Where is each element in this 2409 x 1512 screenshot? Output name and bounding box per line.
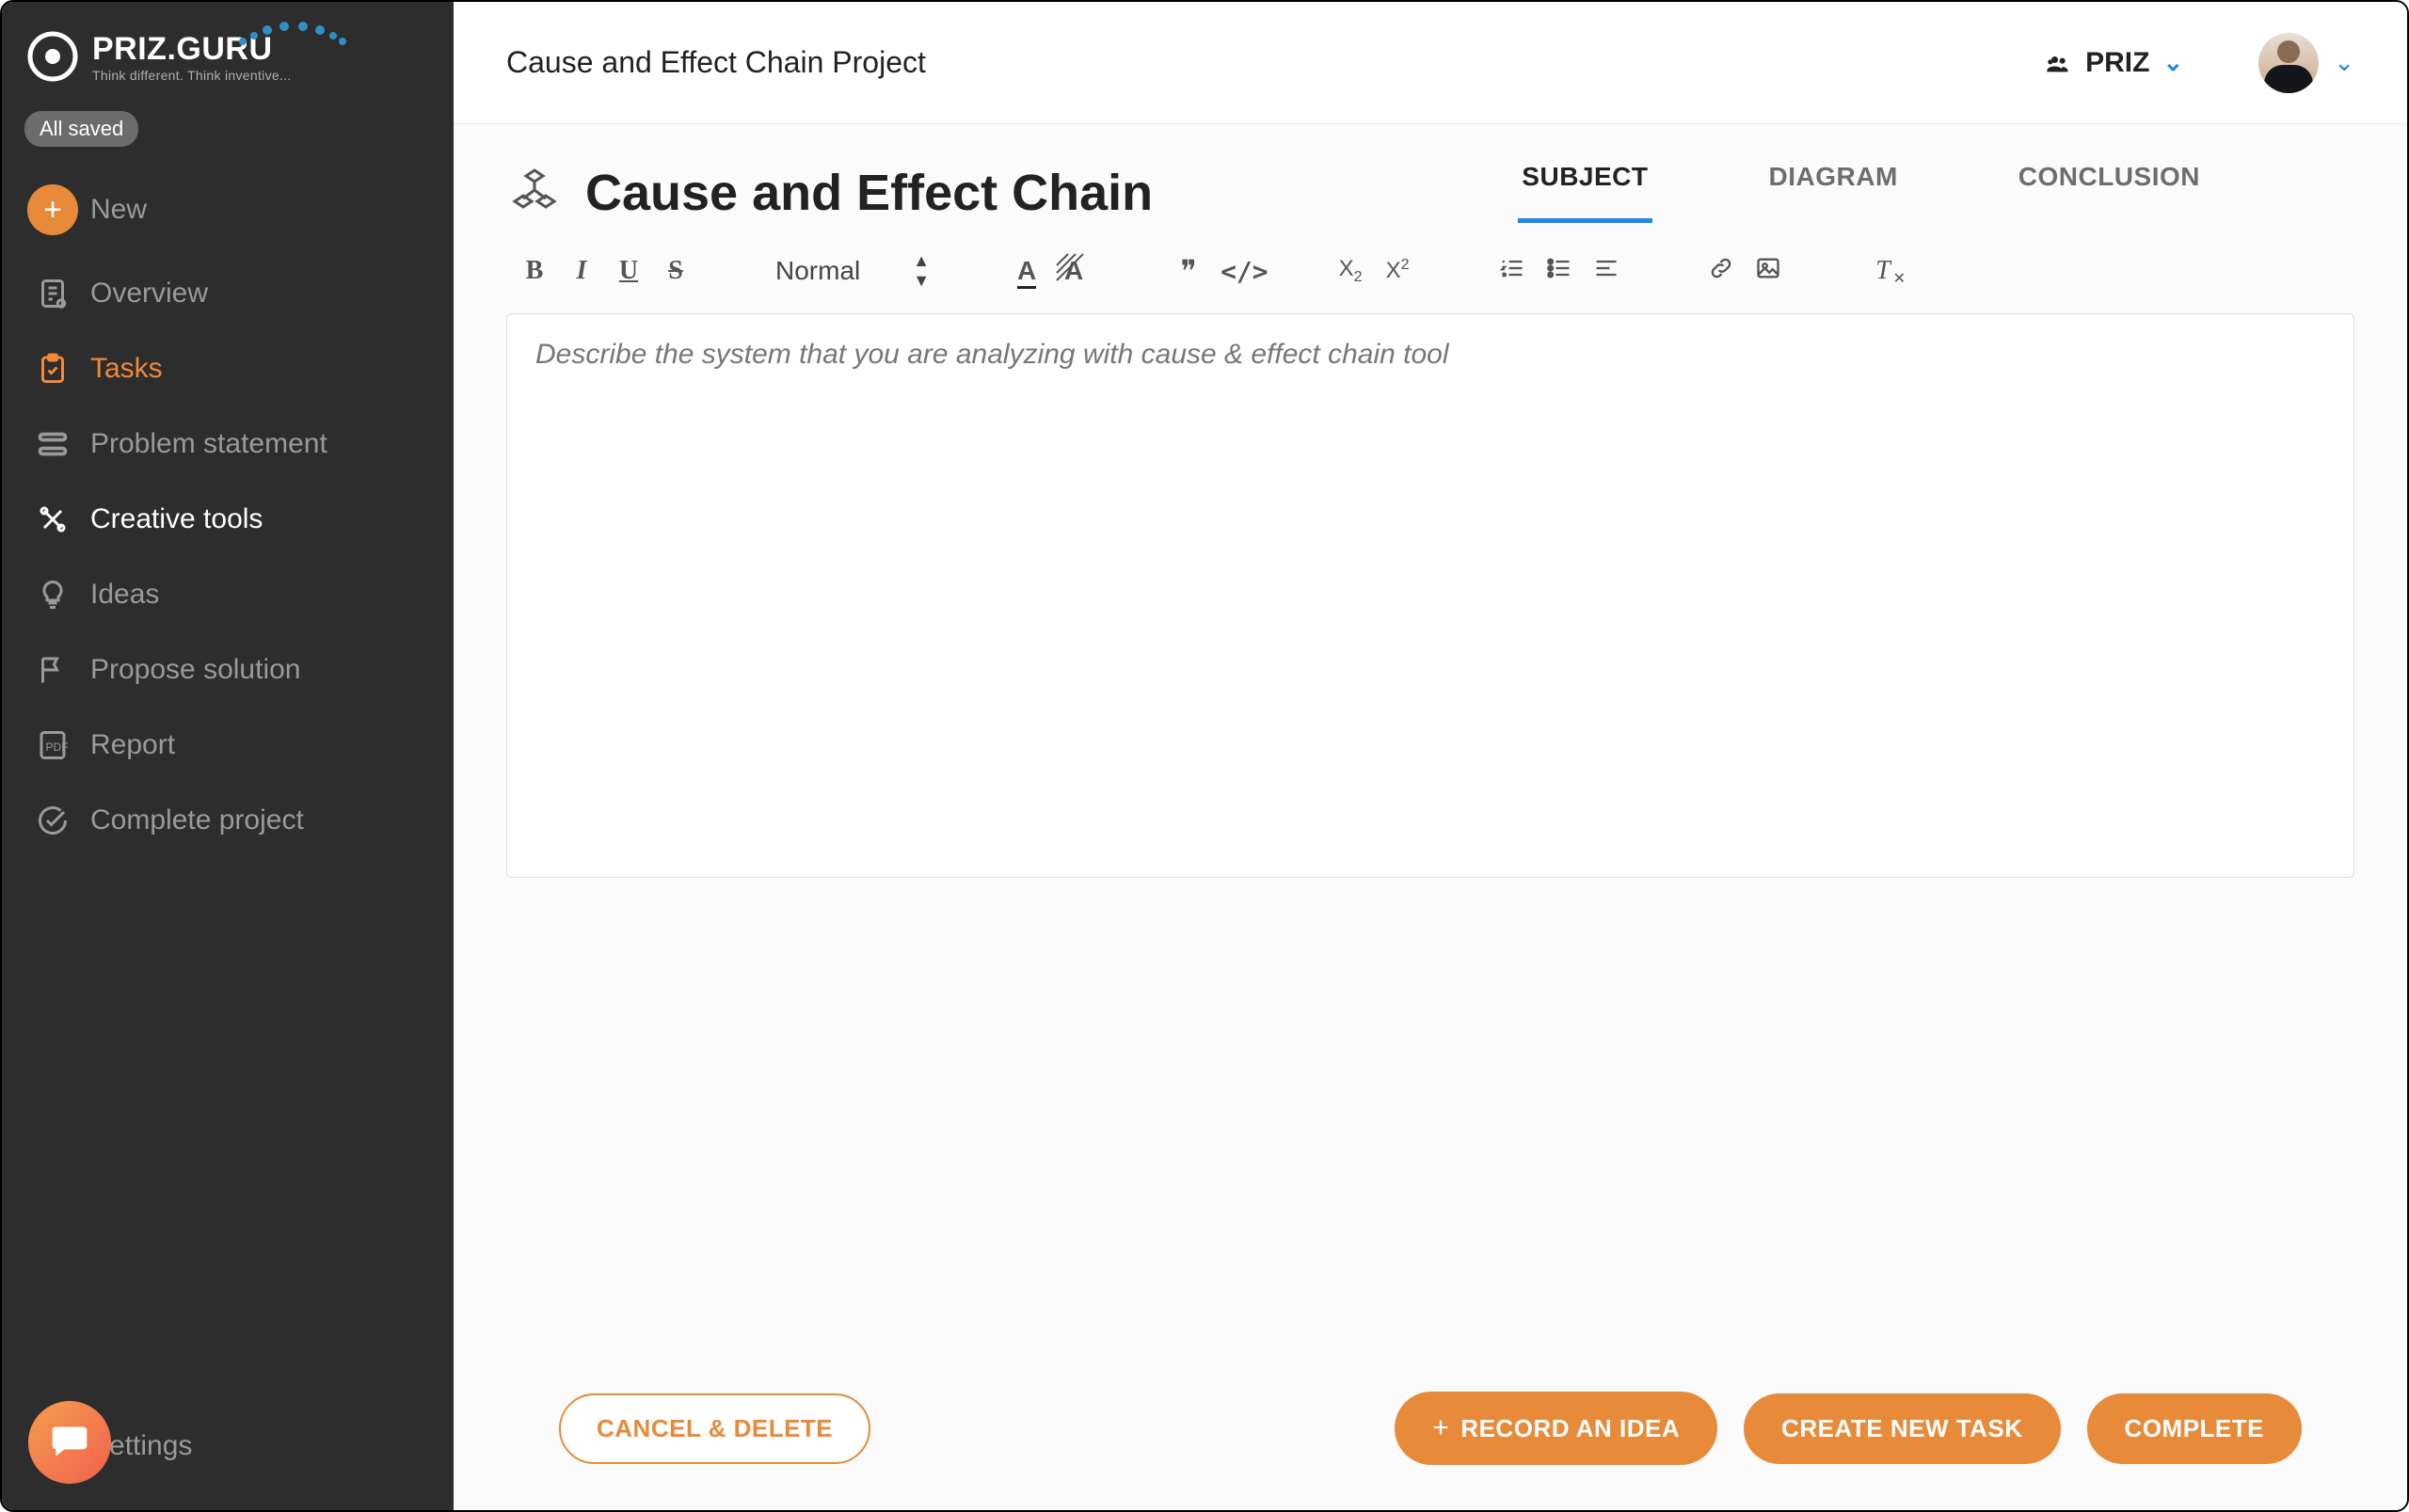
- tools-icon: [36, 502, 70, 536]
- plus-icon: +: [1432, 1412, 1449, 1444]
- create-new-task-button[interactable]: CREATE NEW TASK: [1744, 1393, 2060, 1464]
- description-editor[interactable]: Describe the system that you are analyzi…: [506, 313, 2354, 878]
- ordered-list-icon: [1499, 255, 1525, 281]
- chat-icon: [49, 1422, 90, 1463]
- sidebar-item-creative-tools[interactable]: Creative tools: [2, 482, 454, 557]
- link-button[interactable]: [1706, 255, 1736, 288]
- plus-icon: +: [27, 184, 78, 235]
- flag-icon: [36, 653, 70, 687]
- link-icon: [1708, 255, 1734, 281]
- sidebar-item-label: Complete project: [90, 804, 304, 836]
- subscript-button[interactable]: X2: [1335, 256, 1365, 286]
- chat-widget-button[interactable]: [28, 1401, 111, 1484]
- main-area: Cause and Effect Chain Project PRIZ ⌄ ⌄: [454, 2, 2407, 1510]
- sidebar-item-complete-project[interactable]: Complete project: [2, 783, 454, 858]
- workspace-name: PRIZ: [2085, 47, 2149, 79]
- project-title: Cause and Effect Chain Project: [506, 45, 2006, 80]
- sidebar-item-label: Ideas: [90, 579, 159, 611]
- sidebar-item-overview[interactable]: Overview: [2, 256, 454, 331]
- align-icon: [1593, 255, 1619, 281]
- tab-conclusion[interactable]: CONCLUSION: [2015, 162, 2204, 223]
- sidebar-item-report[interactable]: PDF Report: [2, 708, 454, 783]
- format-select[interactable]: Normal ▲▼: [775, 251, 927, 291]
- sidebar-item-tasks[interactable]: Tasks: [2, 331, 454, 406]
- image-icon: [1755, 255, 1781, 281]
- logo-icon: [24, 28, 81, 85]
- check-circle-icon: [36, 804, 70, 837]
- chevron-down-icon: ⌄: [2334, 48, 2354, 77]
- sidebar-item-label: New: [90, 194, 147, 226]
- sidebar-item-label: Problem statement: [90, 428, 327, 460]
- top-bar: Cause and Effect Chain Project PRIZ ⌄ ⌄: [454, 2, 2407, 124]
- highlight-button[interactable]: A: [1059, 256, 1089, 286]
- clipboard-icon: [36, 352, 70, 386]
- lines-icon: [36, 427, 70, 461]
- tool-title: Cause and Effect Chain: [585, 164, 1153, 222]
- bullet-list-icon: [1546, 255, 1572, 281]
- brand-tagline: Think different. Think inventive...: [92, 68, 292, 83]
- svg-text:PDF: PDF: [46, 740, 69, 754]
- workspace-selector[interactable]: PRIZ ⌄: [2044, 47, 2183, 79]
- complete-button[interactable]: COMPLETE: [2087, 1393, 2302, 1464]
- cec-icon: [506, 165, 563, 221]
- chevron-down-icon: ⌄: [2162, 48, 2183, 77]
- bold-button[interactable]: B: [519, 256, 550, 286]
- record-idea-button[interactable]: + RECORD AN IDEA: [1395, 1392, 1717, 1465]
- superscript-button[interactable]: X2: [1382, 257, 1412, 284]
- tool-header: Cause and Effect Chain SUBJECT DIAGRAM C…: [506, 162, 2354, 223]
- italic-button[interactable]: I: [566, 256, 597, 286]
- cancel-delete-button[interactable]: CANCEL & DELETE: [559, 1393, 870, 1464]
- strikethrough-button[interactable]: S: [661, 256, 691, 286]
- ordered-list-button[interactable]: [1497, 255, 1527, 288]
- format-select-label: Normal: [775, 256, 860, 286]
- align-button[interactable]: [1591, 255, 1621, 288]
- sidebar-item-propose-solution[interactable]: Propose solution: [2, 632, 454, 708]
- underline-button[interactable]: U: [614, 256, 644, 286]
- sidebar-item-problem-statement[interactable]: Problem statement: [2, 406, 454, 482]
- user-avatar: [2258, 33, 2319, 93]
- code-button[interactable]: </>: [1220, 256, 1251, 287]
- overview-icon: [36, 277, 70, 310]
- action-bar: CANCEL & DELETE + RECORD AN IDEA CREATE …: [506, 1354, 2354, 1510]
- logo-dots-icon: [237, 21, 350, 47]
- sidebar-item-label: Report: [90, 729, 175, 761]
- bullet-list-button[interactable]: [1544, 255, 1574, 288]
- record-idea-label: RECORD AN IDEA: [1460, 1414, 1680, 1443]
- sidebar-item-label: Overview: [90, 278, 208, 310]
- lightbulb-icon: [36, 578, 70, 612]
- updown-icon: ▲▼: [913, 251, 927, 291]
- pdf-icon: PDF: [36, 728, 70, 762]
- sidebar: PRIZ.GURU Think different. Think inventi…: [2, 2, 454, 1510]
- image-button[interactable]: [1753, 255, 1783, 288]
- highlight-stripes-icon: [1055, 252, 1089, 286]
- user-menu[interactable]: ⌄: [2221, 33, 2354, 93]
- editor-toolbar: B I U S Normal ▲▼ A A: [506, 223, 2354, 313]
- blockquote-button[interactable]: ❞: [1173, 253, 1204, 289]
- content-tabs: SUBJECT DIAGRAM CONCLUSION: [1518, 162, 2354, 223]
- sidebar-item-ideas[interactable]: Ideas: [2, 557, 454, 632]
- users-icon: [2044, 50, 2072, 76]
- sidebar-item-label: Creative tools: [90, 503, 263, 535]
- tab-diagram[interactable]: DIAGRAM: [1765, 162, 1902, 223]
- sidebar-item-new[interactable]: + New: [2, 164, 454, 256]
- text-color-button[interactable]: A: [1012, 256, 1042, 286]
- logo[interactable]: PRIZ.GURU Think different. Think inventi…: [2, 28, 454, 111]
- editor-placeholder: Describe the system that you are analyzi…: [535, 339, 1449, 370]
- sidebar-item-label: Tasks: [90, 353, 163, 385]
- saved-status-badge: All saved: [24, 111, 138, 147]
- sidebar-item-label: Propose solution: [90, 654, 300, 686]
- tab-subject[interactable]: SUBJECT: [1518, 162, 1651, 223]
- clear-format-button[interactable]: T✕: [1868, 256, 1898, 286]
